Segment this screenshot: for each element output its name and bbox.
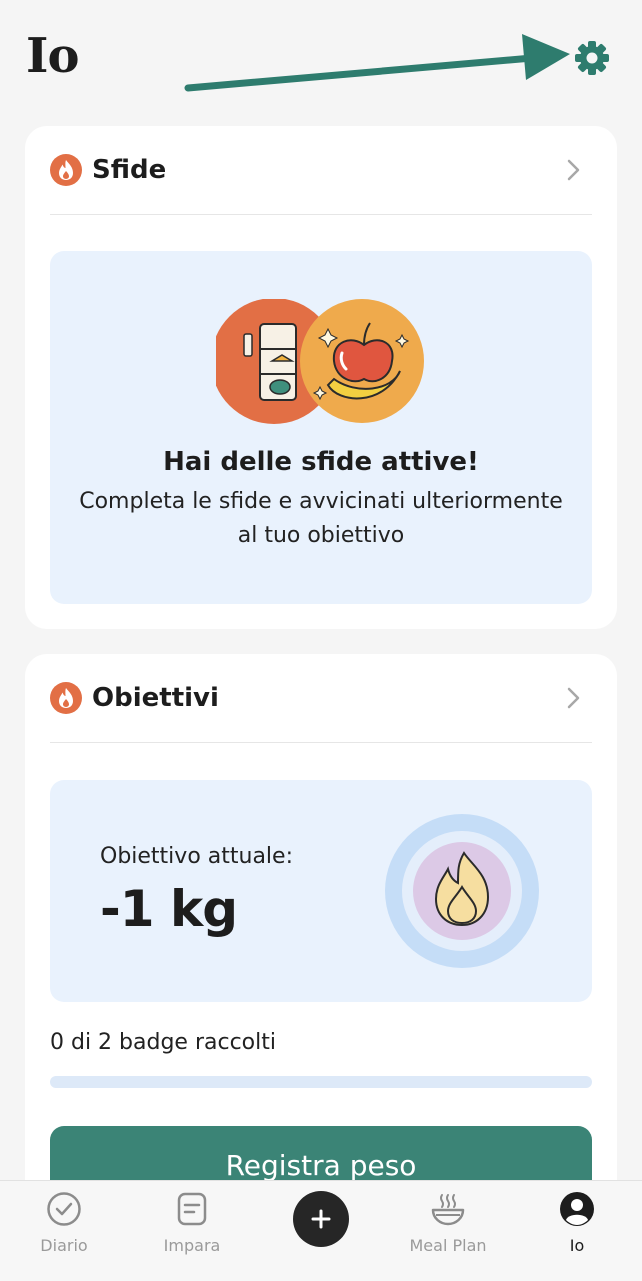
sfide-description: Completa le sfide e avvicinati ulteriorm… [79,489,563,548]
obiettivi-card: Obiettivi Obiettivo attuale: -1 kg 0 di … [25,654,617,1214]
tab-impara[interactable]: Impara [128,1181,256,1281]
tab-label: Impara [163,1236,221,1255]
sfide-panel: Hai delle sfide attive! Completa le sfid… [50,251,592,604]
goal-flame-badge [385,814,539,968]
flame-icon [50,682,82,714]
profile-icon [560,1192,594,1226]
tab-io[interactable]: Io [513,1181,641,1281]
goal-label: Obiettivo attuale: [100,844,293,869]
tab-diario[interactable]: Diario [0,1181,128,1281]
plus-icon [311,1209,331,1229]
tab-label: Diario [40,1236,88,1255]
note-icon [177,1192,207,1226]
challenge-illustration [216,299,424,424]
chevron-right-icon[interactable] [562,157,584,183]
check-circle-icon [47,1192,81,1226]
tab-meal-plan[interactable]: Meal Plan [384,1181,512,1281]
sfide-title: Sfide [92,155,167,185]
obiettivi-header[interactable]: Obiettivi [50,654,592,743]
sfide-header[interactable]: Sfide [50,126,592,215]
bottom-tab-bar: Diario Impara Meal Plan Io [0,1180,642,1281]
sfide-heading: Hai delle sfide attive! [163,447,479,477]
sfide-card: Sfide Hai delle sfide attive! Completa l… [25,126,617,629]
add-button[interactable] [293,1191,349,1247]
goal-value: -1 kg [100,880,238,938]
annotation-arrow [184,34,570,92]
goal-panel: Obiettivo attuale: -1 kg [50,780,592,1002]
badges-progress-bar [50,1076,592,1088]
badges-count: 0 di 2 badge raccolti [50,1030,276,1055]
obiettivi-title: Obiettivi [92,683,219,713]
tab-label: Io [569,1236,585,1255]
gear-icon[interactable] [572,38,612,78]
flame-icon [50,154,82,186]
chevron-right-icon[interactable] [562,685,584,711]
tab-label: Meal Plan [409,1236,487,1255]
bowl-icon [431,1194,465,1226]
